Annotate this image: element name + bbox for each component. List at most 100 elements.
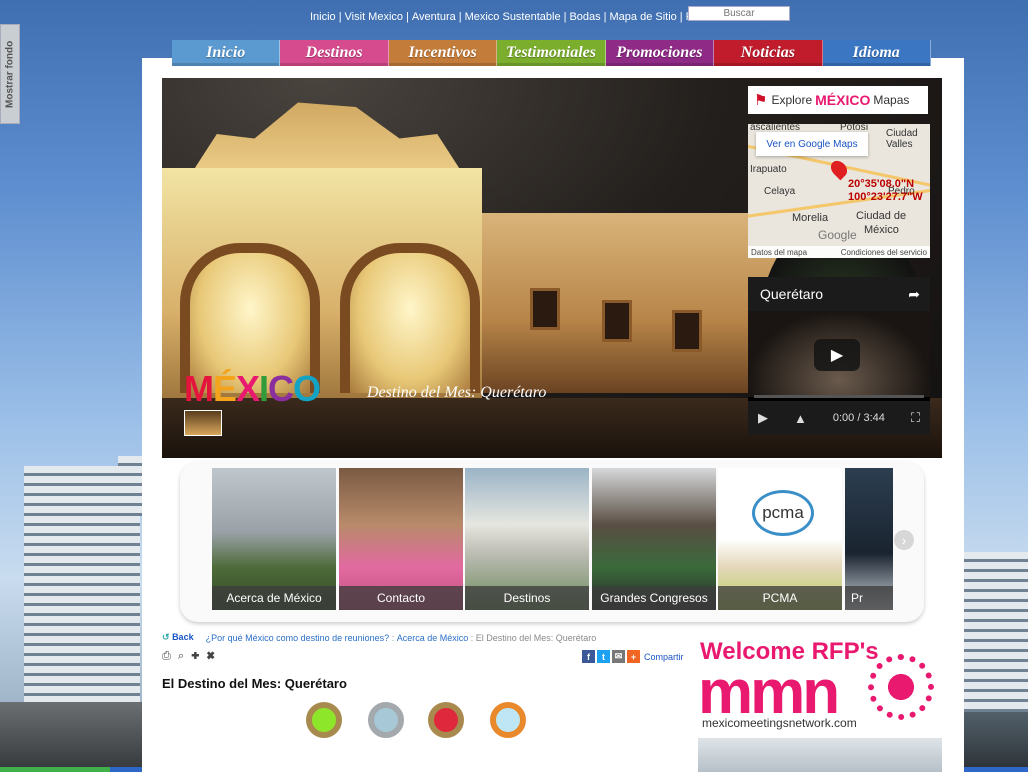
tile-caption: Pr: [845, 586, 893, 610]
secondary-banner[interactable]: [698, 738, 942, 772]
toplink-inicio[interactable]: Inicio: [310, 11, 336, 23]
arch-right: [340, 243, 480, 393]
twitter-icon[interactable]: t: [597, 650, 610, 663]
email-icon[interactable]: ✉: [612, 650, 625, 663]
logo-letter: X: [236, 368, 260, 409]
map-label: Ciudad Valles: [886, 128, 918, 150]
nav-tab-testimoniales[interactable]: Testimoniales: [497, 40, 606, 66]
carousel-tile-destinos[interactable]: Destinos: [465, 468, 589, 610]
wall-window: [530, 288, 560, 330]
video-header: Querétaro ➦: [748, 277, 930, 311]
wall-window: [602, 300, 632, 342]
back-arrow-icon: ↺: [162, 632, 170, 642]
map-label: México: [864, 224, 899, 236]
explore-label: Explore: [771, 93, 813, 107]
explore-suffix: Mapas: [873, 93, 910, 107]
wall-window: [672, 310, 702, 352]
map-footer: Datos del mapa Condiciones del servicio: [748, 246, 930, 258]
page-tools: ⎙ ⌕ ✚ ✖: [162, 650, 217, 663]
location-pin-icon: [827, 157, 851, 181]
share-label[interactable]: Compartir: [644, 652, 684, 662]
map-label: Morelia: [792, 212, 829, 224]
pcma-logo: pcma: [752, 490, 814, 536]
show-background-toggle[interactable]: Mostrar fondo: [0, 24, 20, 124]
carousel-next-arrow-icon[interactable]: ›: [894, 530, 914, 550]
volume-icon[interactable]: ▲: [794, 411, 807, 426]
toplink-bodas[interactable]: Bodas: [569, 11, 600, 23]
map-label: Ciudad de: [856, 210, 907, 222]
carousel-tile-acerca[interactable]: Acerca de México: [212, 468, 336, 610]
search-input[interactable]: [688, 6, 790, 21]
video-title[interactable]: Querétaro: [760, 286, 823, 302]
latitude: 20°35'08.0"N: [848, 178, 915, 190]
nav-tab-noticias[interactable]: Noticias: [714, 40, 823, 66]
fullscreen-icon[interactable]: ⛶: [911, 410, 920, 426]
color-circle-red[interactable]: [428, 702, 464, 738]
toplink-mapa-de-sitio[interactable]: Mapa de Sitio: [610, 11, 677, 23]
carousel-tile-contacto[interactable]: Contacto: [339, 468, 463, 610]
hero-banner: MÉXICO Destino del Mes: Querétaro ⚑ Expl…: [162, 78, 942, 458]
bottom-green-bar: [0, 767, 110, 772]
explore-mexico-maps-button[interactable]: ⚑ Explore MÉXICO Mapas: [748, 86, 928, 114]
video-player[interactable]: Querétaro ➦ ▶ ▶ ▲ 0:00 / 3:44 ⛶: [748, 277, 930, 435]
mmn-sun-logo-icon: [868, 654, 934, 720]
bg-road: [0, 702, 142, 772]
map-pin-icon: ⚑: [754, 92, 768, 109]
slide-thumbnail[interactable]: [184, 410, 222, 436]
toplink-mexico-sustentable[interactable]: Mexico Sustentable: [465, 11, 561, 23]
print-icon[interactable]: ⎙: [162, 650, 173, 662]
top-links: Inicio | Visit Mexico | Aventura | Mexico S…: [310, 8, 708, 26]
map-label: Irapuato: [750, 164, 787, 175]
longitude: 100°23'27.7"W: [848, 191, 923, 203]
toplink-visit-mexico[interactable]: Visit Mexico: [345, 11, 403, 23]
logo-letter: M: [184, 368, 214, 409]
map-terms-link[interactable]: Condiciones del servicio: [841, 248, 927, 257]
mmn-banner-ad[interactable]: Welcome RFP's mmn mexicomeetingsnetwork.…: [698, 638, 942, 734]
zoom-out-icon[interactable]: ✖: [207, 650, 217, 662]
toplink-aventura[interactable]: Aventura: [412, 11, 456, 23]
tile-caption: Destinos: [465, 586, 589, 610]
zoom-icon[interactable]: ⌕: [178, 650, 186, 662]
hero-caption: Destino del Mes: Querétaro: [367, 384, 547, 401]
main-navigation: Inicio Destinos Incentivos Testimoniales…: [172, 40, 931, 66]
google-logo: Google: [818, 228, 857, 242]
add-share-icon[interactable]: +: [627, 650, 640, 663]
back-link[interactable]: ↺ Back: [162, 632, 194, 643]
ad-url: mexicomeetingsnetwork.com: [702, 716, 857, 730]
nav-tab-idioma[interactable]: Idioma: [822, 40, 931, 66]
zoom-in-icon[interactable]: ✚: [191, 650, 201, 662]
map-data-link[interactable]: Datos del mapa: [751, 248, 807, 257]
nav-tab-incentivos[interactable]: Incentivos: [388, 40, 498, 66]
carousel-tile-grandes-congresos[interactable]: Grandes Congresos: [592, 468, 716, 610]
map-coordinates: 20°35'08.0"N 100°23'27.7"W: [848, 178, 923, 204]
explore-brand: MÉXICO: [815, 92, 871, 108]
share-bar: f t ✉ + Compartir: [582, 650, 684, 663]
facebook-icon[interactable]: f: [582, 650, 595, 663]
google-map[interactable]: ascalientes Potosí Ciudad Valles Celaya …: [748, 124, 930, 258]
video-controls: ▶ ▲ 0:00 / 3:44 ⛶: [748, 401, 930, 435]
play-icon[interactable]: ▶: [758, 410, 768, 426]
color-circle-blue[interactable]: [368, 702, 404, 738]
breadcrumb-item[interactable]: ¿Por qué México como destino de reunione…: [206, 633, 390, 643]
color-circle-light-blue[interactable]: [490, 702, 526, 738]
nav-tab-destinos[interactable]: Destinos: [280, 40, 389, 66]
logo-letter: I: [259, 368, 269, 409]
view-in-google-maps-link[interactable]: Ver en Google Maps: [756, 132, 868, 156]
breadcrumb: ↺ Back ¿Por qué México como destino de r…: [162, 632, 597, 643]
carousel-tile-partial[interactable]: Pr: [845, 468, 893, 610]
play-button[interactable]: ▶: [814, 339, 860, 371]
nav-tab-promociones[interactable]: Promociones: [605, 40, 715, 66]
video-progress-bar[interactable]: [754, 395, 924, 398]
share-icon[interactable]: ➦: [908, 286, 920, 303]
logo-letter: C: [268, 368, 294, 409]
feature-carousel: Acerca de México Contacto Destinos Grand…: [180, 462, 924, 622]
color-circle-green[interactable]: [306, 702, 342, 738]
tile-caption: PCMA: [718, 586, 842, 610]
bg-road-right: [962, 712, 1028, 772]
tile-caption: Acerca de México: [212, 586, 336, 610]
carousel-tile-pcma[interactable]: pcma PCMA: [718, 468, 842, 610]
mexico-logo: MÉXICO: [184, 368, 321, 410]
logo-letter: O: [293, 368, 321, 409]
nav-tab-inicio[interactable]: Inicio: [172, 40, 281, 66]
breadcrumb-item[interactable]: Acerca de México: [397, 633, 469, 643]
